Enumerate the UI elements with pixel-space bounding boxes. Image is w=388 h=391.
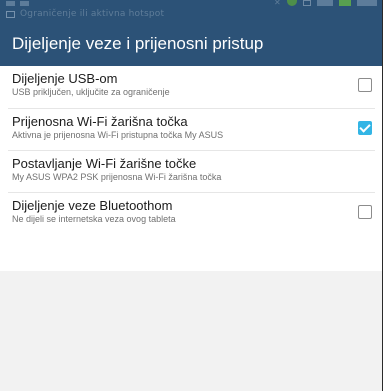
screenshot-icon xyxy=(303,0,311,6)
status-icons-left xyxy=(6,0,29,8)
action-bar: Dijeljenje veze i prijenosni pristup xyxy=(0,22,383,66)
check-icon xyxy=(359,121,371,133)
clock xyxy=(357,0,377,6)
usb-tethering-checkbox[interactable] xyxy=(358,78,372,92)
signal-icon xyxy=(317,0,333,6)
battery-icon xyxy=(339,0,351,6)
hotspot-setup-title: Postavljanje Wi-Fi žarišne točke xyxy=(12,156,197,171)
usb-tethering-row[interactable]: Dijeljenje USB-om USB priključen, uključ… xyxy=(0,66,383,108)
bluetooth-tethering-row[interactable]: Dijeljenje veze Bluetoothom Ne dijeli se… xyxy=(0,193,383,235)
usb-tethering-title: Dijeljenje USB-om xyxy=(12,71,118,86)
status-notification-text: Ograničenje ili aktivna hotspot xyxy=(20,9,165,19)
wifi-icon xyxy=(287,0,297,6)
bluetooth-tethering-summary: Ne dijeli se internetska veza ovog table… xyxy=(12,214,176,224)
bluetooth-tethering-checkbox[interactable] xyxy=(358,205,372,219)
status-icons-right: ✕ xyxy=(274,0,377,8)
hotspot-setup-summary: My ASUS WPA2 PSK prijenosna Wi-Fi žarišn… xyxy=(12,172,222,182)
notification-icon xyxy=(6,1,15,6)
mute-icon: ✕ xyxy=(274,0,281,7)
usb-tethering-summary: USB priključen, uključite za ograničenje xyxy=(12,87,170,97)
status-bar: Ograničenje ili aktivna hotspot ✕ xyxy=(0,0,383,22)
settings-list: Dijeljenje USB-om USB priključen, uključ… xyxy=(0,66,383,271)
page-title: Dijeljenje veze i prijenosni pristup xyxy=(12,34,264,53)
wifi-hotspot-summary: Aktivna je prijenosna Wi-Fi pristupna to… xyxy=(12,130,224,140)
wifi-hotspot-title: Prijenosna Wi-Fi žarišna točka xyxy=(12,114,188,129)
wifi-hotspot-checkbox[interactable] xyxy=(358,121,372,135)
hotspot-setup-row[interactable]: Postavljanje Wi-Fi žarišne točke My ASUS… xyxy=(0,151,383,193)
bluetooth-tethering-title: Dijeljenje veze Bluetoothom xyxy=(12,198,173,213)
screen: Ograničenje ili aktivna hotspot ✕ Dijelj… xyxy=(0,0,383,391)
wifi-hotspot-row[interactable]: Prijenosna Wi-Fi žarišna točka Aktivna j… xyxy=(0,109,383,151)
notification-icon xyxy=(20,1,29,6)
hotspot-notification-icon xyxy=(6,11,15,18)
